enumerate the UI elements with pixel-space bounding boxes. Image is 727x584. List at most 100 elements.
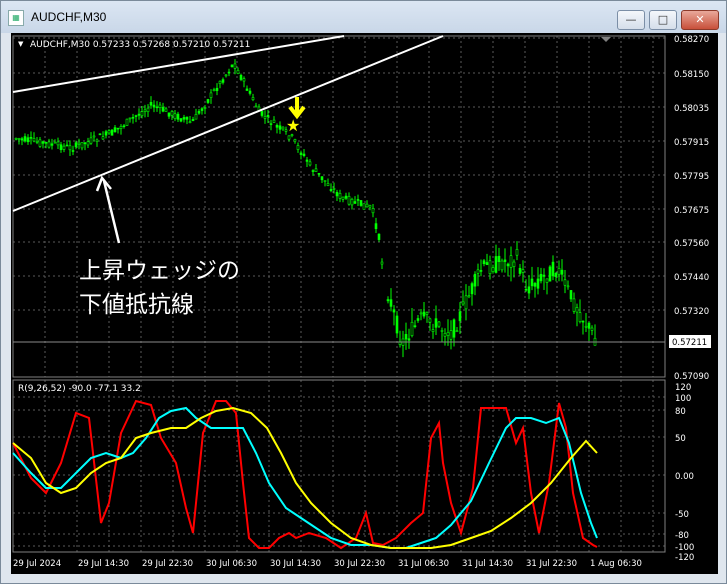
candle-body xyxy=(266,114,270,117)
candle-body xyxy=(227,71,231,74)
candle-body xyxy=(143,109,147,112)
candle-body xyxy=(323,180,327,182)
candle-body xyxy=(95,139,99,142)
candle-body xyxy=(281,126,285,130)
candle-body xyxy=(455,330,459,333)
annotation-text-line1: 上昇ウェッジの xyxy=(79,258,240,284)
candle-body xyxy=(170,111,174,116)
time-label: 1 Aug 06:30 xyxy=(590,559,642,569)
candle-body xyxy=(110,129,114,136)
candle-body xyxy=(428,318,432,323)
candle-body xyxy=(560,269,564,275)
price-label: 0.57675 xyxy=(674,206,709,216)
candle-body xyxy=(278,125,282,130)
price-label: 0.58035 xyxy=(674,104,709,114)
candle-body xyxy=(362,203,366,210)
candle-body xyxy=(518,267,522,274)
candle-body xyxy=(488,260,492,275)
candle-body xyxy=(293,139,297,142)
candle-body xyxy=(59,144,63,151)
candle-body xyxy=(371,208,375,214)
time-label: 30 Jul 22:30 xyxy=(334,559,385,569)
candle-body xyxy=(347,196,351,205)
candle-body xyxy=(50,143,54,146)
candle-body xyxy=(311,170,315,172)
indicator-scale-label: -100 xyxy=(675,543,694,553)
candle-body xyxy=(533,283,537,287)
candle-body xyxy=(38,139,42,147)
candle-body xyxy=(14,137,18,140)
candle-body xyxy=(587,322,591,329)
candle-body xyxy=(236,69,240,74)
chart-area[interactable]: 上昇ウェッジの 下値抵抗線 ★ ▼ AUDCHF,M30 0.57233 0.5… xyxy=(11,33,718,574)
candle-body xyxy=(329,189,333,192)
indicator-scale-label: -50 xyxy=(675,510,689,520)
candle-body xyxy=(272,119,276,123)
window-title: AUDCHF,M30 xyxy=(31,10,107,24)
indicator-scale-label: -80 xyxy=(675,531,689,541)
maximize-button[interactable]: □ xyxy=(649,10,677,30)
candle-body xyxy=(437,321,441,327)
candle-body xyxy=(497,255,501,262)
candle-body xyxy=(116,127,120,130)
candle-body xyxy=(209,92,213,98)
candle-body xyxy=(473,273,477,287)
candle-body xyxy=(161,106,165,112)
candle-body xyxy=(413,325,417,327)
chart-shift-marker-icon[interactable] xyxy=(601,37,611,42)
candle-body xyxy=(248,90,252,94)
app-window: ▦ AUDCHF,M30 — □ ✕ 上昇ウェッジの 下値抵抗線 ★ ▼ AUD… xyxy=(0,0,727,584)
candle-body xyxy=(464,295,468,310)
indicator-scale-label: 0.00 xyxy=(675,472,694,482)
close-button[interactable]: ✕ xyxy=(681,10,719,30)
candle-body xyxy=(539,273,543,282)
candle-body xyxy=(194,114,198,120)
annotation-arrow-shaft xyxy=(102,180,121,244)
candle-body xyxy=(23,136,27,142)
candle-body xyxy=(104,131,108,136)
candle-body xyxy=(554,272,558,278)
candle-body xyxy=(83,142,87,145)
candle-body xyxy=(404,334,408,340)
indicator-scale-label: 80 xyxy=(675,407,686,417)
candle-body xyxy=(47,141,51,148)
signal-star-icon: ★ xyxy=(286,116,300,135)
candle-body xyxy=(500,260,504,271)
time-label: 31 Jul 22:30 xyxy=(526,559,577,569)
candle-body xyxy=(476,269,480,274)
price-label: 0.57915 xyxy=(674,138,709,148)
minimize-button[interactable]: — xyxy=(617,10,645,30)
candle-body xyxy=(491,267,495,272)
candle-body xyxy=(197,110,201,114)
indicator-header: R(9,26,52) -90.0 -77.1 33.2 xyxy=(18,384,141,394)
candle-body xyxy=(176,113,180,120)
candle-body xyxy=(185,116,189,120)
candle-body xyxy=(425,312,429,315)
candle-body xyxy=(107,130,111,134)
candle-body xyxy=(440,330,444,332)
candle-body xyxy=(380,261,384,265)
time-label: 31 Jul 06:30 xyxy=(398,559,449,569)
chart-menu-triangle-icon[interactable]: ▼ xyxy=(18,40,24,48)
candle-body xyxy=(113,127,117,133)
candle-body xyxy=(212,89,216,92)
candle-body xyxy=(572,298,576,312)
candle-body xyxy=(542,274,546,277)
candle-body xyxy=(578,312,582,322)
candle-body xyxy=(140,111,144,117)
title-bar[interactable]: ▦ AUDCHF,M30 — □ ✕ xyxy=(1,1,726,33)
time-label: 29 Jul 14:30 xyxy=(78,559,129,569)
price-chart[interactable]: 上昇ウェッジの 下値抵抗線 ★ ▼ AUDCHF,M30 0.57233 0.5… xyxy=(11,33,718,574)
main-chart-header: AUDCHF,M30 0.57233 0.57268 0.57210 0.572… xyxy=(30,40,250,50)
candle-body xyxy=(419,312,423,315)
candle-body xyxy=(449,330,453,340)
candle-body xyxy=(509,255,513,268)
candle-body xyxy=(56,141,60,146)
candle-body xyxy=(305,159,309,162)
candle-body xyxy=(35,141,39,143)
time-label: 29 Jul 2024 xyxy=(13,559,61,569)
indicator-mid-line xyxy=(12,406,598,549)
candle-body xyxy=(359,200,363,206)
candle-body xyxy=(125,118,129,126)
candle-body xyxy=(218,80,222,84)
